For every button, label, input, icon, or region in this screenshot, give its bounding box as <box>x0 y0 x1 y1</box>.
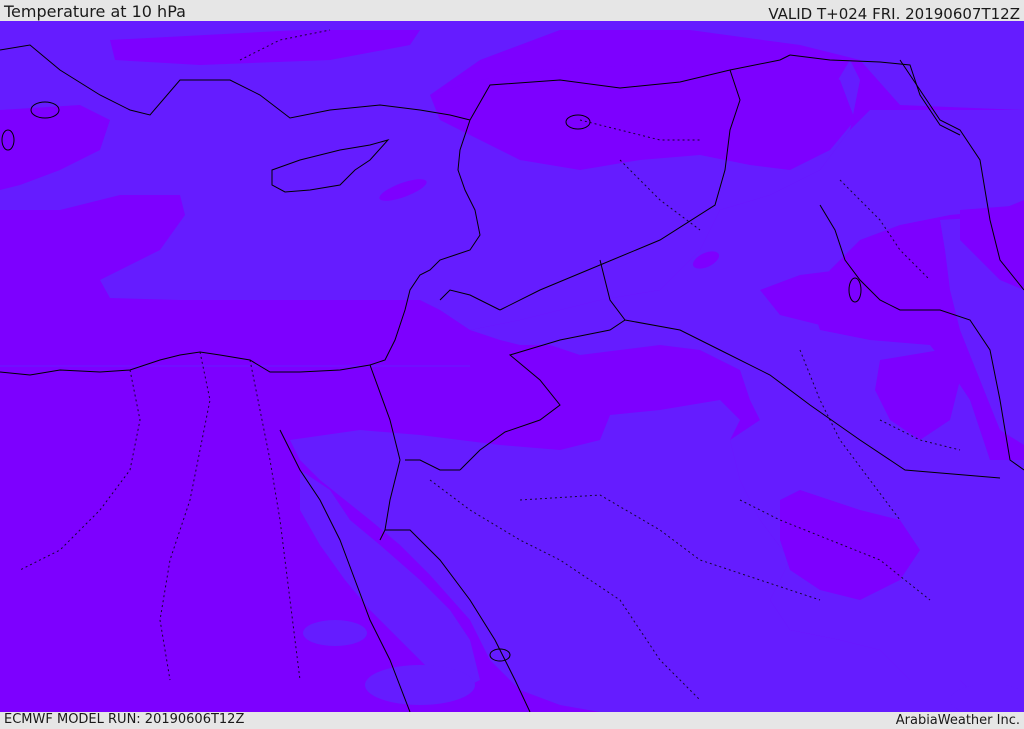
footer-bar: ECMWF MODEL RUN: 20190606T12Z ArabiaWeat… <box>0 712 1024 729</box>
temperature-map <box>0 21 1024 712</box>
credit: ArabiaWeather Inc. <box>895 713 1020 728</box>
header-bar: Temperature at 10 hPa VALID T+024 FRI. 2… <box>0 0 1024 23</box>
forecast-map-frame: Temperature at 10 hPa VALID T+024 FRI. 2… <box>0 0 1024 729</box>
map-title: Temperature at 10 hPa <box>4 2 186 21</box>
model-run: ECMWF MODEL RUN: 20190606T12Z <box>4 712 245 727</box>
